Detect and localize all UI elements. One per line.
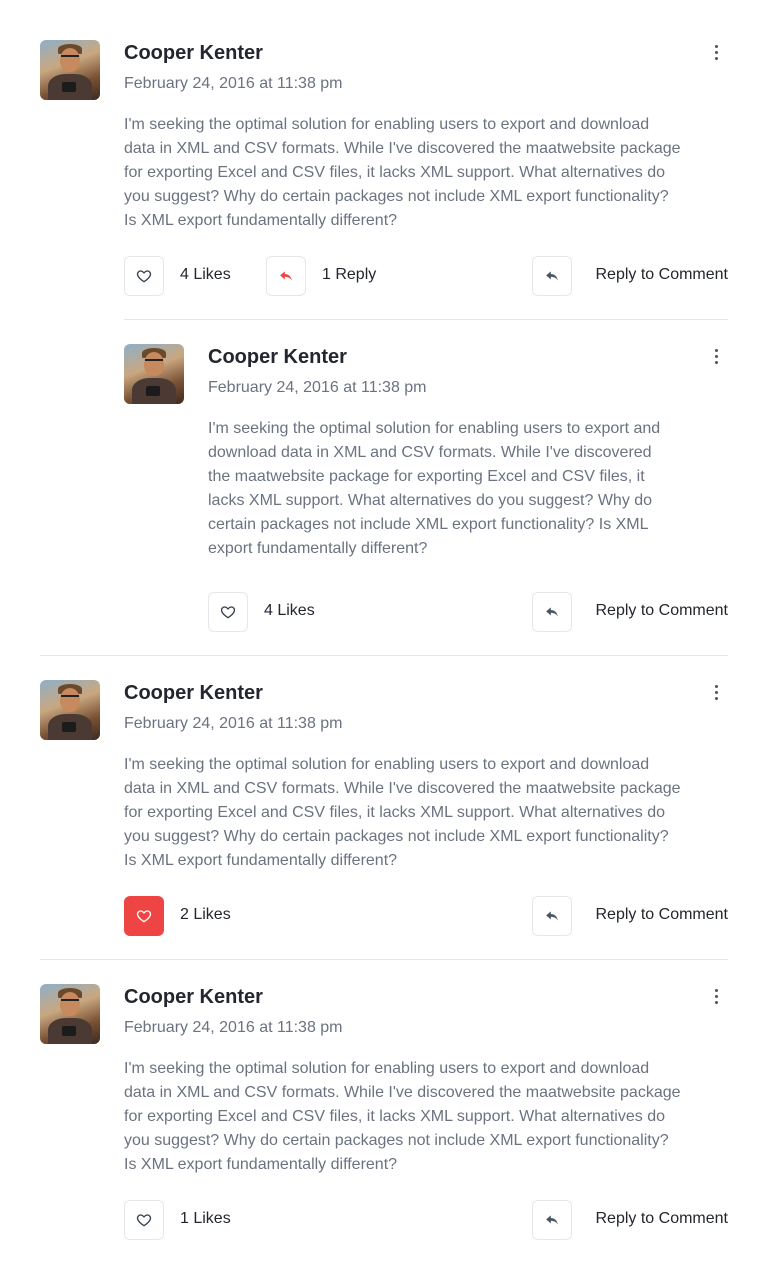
reply-arrow-icon: [546, 911, 558, 921]
reply-arrow-icon: [546, 271, 558, 281]
avatar[interactable]: [40, 40, 100, 100]
author-name[interactable]: Cooper Kenter: [124, 42, 263, 65]
reply-arrow-icon: [546, 1215, 558, 1225]
comment-text: I'm seeking the optimal solution for ena…: [124, 116, 681, 229]
comment-actions: 1 Likes Reply to Comment: [124, 1200, 728, 1240]
comment: Cooper Kenter February 24, 2016 at 11:38…: [40, 40, 728, 296]
divider: [40, 655, 728, 656]
heart-icon: [220, 606, 236, 619]
like-button[interactable]: [124, 1200, 164, 1240]
comment-text: I'm seeking the optimal solution for ena…: [208, 420, 661, 557]
comment-actions: 2 Likes Reply to Comment: [124, 896, 728, 936]
avatar[interactable]: [40, 680, 100, 740]
reply-comment: Cooper Kenter February 24, 2016 at 11:38…: [124, 344, 728, 632]
reply-to-comment-label[interactable]: Reply to Comment: [596, 266, 729, 284]
comment-actions: 4 Likes Reply to Comment: [208, 592, 728, 632]
comment-text: I'm seeking the optimal solution for ena…: [124, 756, 681, 869]
comment: Cooper Kenter February 24, 2016 at 11:38…: [40, 984, 728, 1240]
likes-count[interactable]: 1 Likes: [180, 1210, 231, 1228]
replies-count[interactable]: 1 Reply: [322, 266, 376, 284]
reply-arrow-icon: [280, 271, 292, 281]
comment-actions: 4 Likes 1 Reply Reply to Comment: [124, 256, 728, 296]
reply-to-comment-label[interactable]: Reply to Comment: [596, 1210, 729, 1228]
avatar[interactable]: [40, 984, 100, 1044]
heart-icon: [136, 1214, 152, 1227]
more-vertical-icon[interactable]: [706, 984, 726, 1008]
divider: [124, 319, 728, 320]
likes-count[interactable]: 4 Likes: [264, 602, 315, 620]
more-vertical-icon[interactable]: [706, 40, 726, 64]
like-button[interactable]: [124, 256, 164, 296]
likes-count[interactable]: 4 Likes: [180, 266, 231, 284]
reply-to-comment-label[interactable]: Reply to Comment: [596, 906, 729, 924]
avatar[interactable]: [124, 344, 184, 404]
reply-to-comment-button[interactable]: [532, 1200, 572, 1240]
heart-icon: [136, 270, 152, 283]
author-name[interactable]: Cooper Kenter: [208, 346, 347, 369]
likes-count[interactable]: 2 Likes: [180, 906, 231, 924]
like-button[interactable]: [124, 896, 164, 936]
author-name[interactable]: Cooper Kenter: [124, 986, 263, 1009]
like-button[interactable]: [208, 592, 248, 632]
reply-to-comment-button[interactable]: [532, 592, 572, 632]
heart-icon: [136, 910, 152, 923]
comment-date: February 24, 2016 at 11:38 pm: [124, 1019, 343, 1036]
divider: [40, 959, 728, 960]
reply-to-comment-button[interactable]: [532, 896, 572, 936]
comment: Cooper Kenter February 24, 2016 at 11:38…: [40, 680, 728, 936]
reply-to-comment-label[interactable]: Reply to Comment: [596, 602, 729, 620]
replies-button[interactable]: [266, 256, 306, 296]
author-name[interactable]: Cooper Kenter: [124, 682, 263, 705]
more-vertical-icon[interactable]: [706, 680, 726, 704]
reply-arrow-icon: [546, 607, 558, 617]
comment-date: February 24, 2016 at 11:38 pm: [208, 379, 427, 396]
more-vertical-icon[interactable]: [706, 344, 726, 368]
comment-date: February 24, 2016 at 11:38 pm: [124, 715, 343, 732]
reply-to-comment-button[interactable]: [532, 256, 572, 296]
comment-date: February 24, 2016 at 11:38 pm: [124, 75, 343, 92]
comment-text: I'm seeking the optimal solution for ena…: [124, 1060, 681, 1173]
